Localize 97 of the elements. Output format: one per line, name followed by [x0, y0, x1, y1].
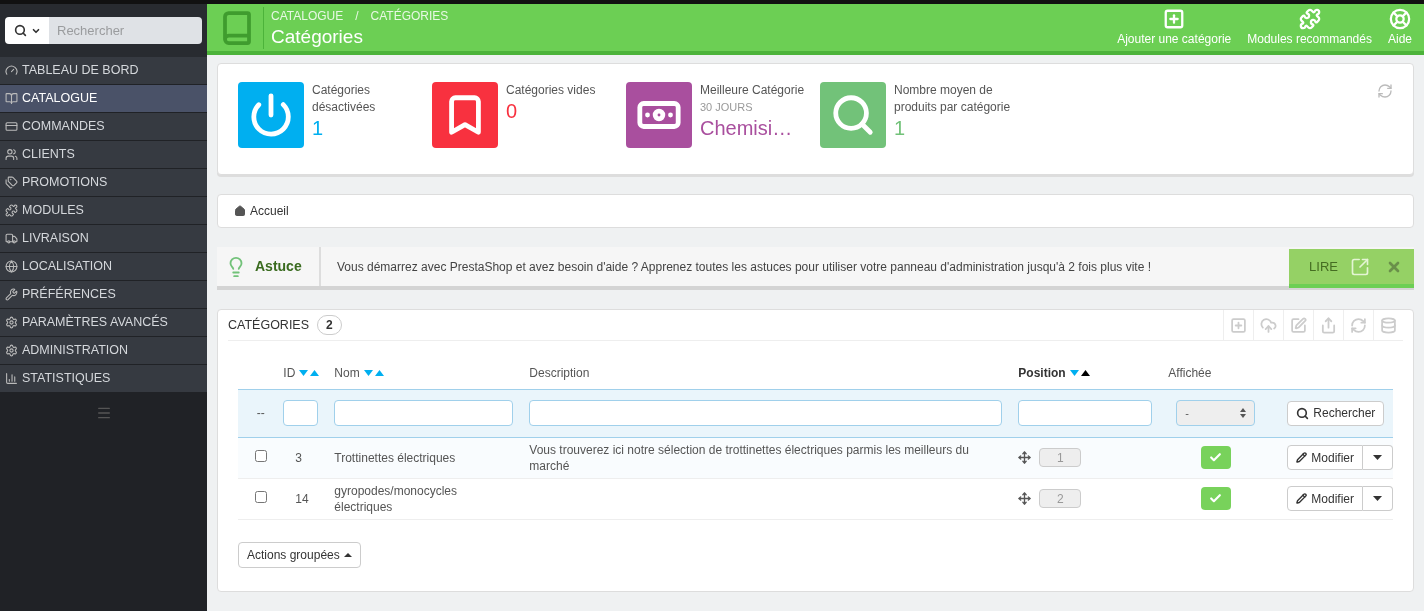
search-icon — [830, 92, 876, 138]
sidebar-item[interactable]: CLIENTS — [0, 141, 207, 169]
sidebar-item[interactable]: PROMOTIONS — [0, 169, 207, 197]
wrench-icon — [5, 288, 18, 301]
sidebar-item[interactable]: MODULES — [0, 197, 207, 225]
tip-label: Astuce — [255, 257, 302, 276]
dropdown-toggle[interactable] — [1363, 486, 1393, 511]
bulk-actions-button[interactable]: Actions groupées — [238, 541, 361, 568]
kpi-value: 0 — [506, 99, 519, 123]
menu-icon[interactable] — [95, 405, 112, 421]
select-field[interactable]: - — [1176, 400, 1256, 426]
sidebar-item[interactable]: PRÉFÉRENCES — [0, 281, 207, 309]
breadcrumb-link[interactable]: Accueil — [250, 202, 289, 220]
status-toggle[interactable] — [1200, 487, 1231, 510]
gauge-icon — [5, 64, 18, 77]
kpi-value: Chemisi… — [700, 115, 794, 140]
pencil-icon — [1296, 493, 1308, 504]
select-arrows-icon — [1240, 408, 1247, 418]
edit-button[interactable]: Modifier — [1287, 445, 1363, 470]
external-link-icon — [1350, 256, 1370, 277]
reset-filter: -- — [256, 406, 265, 420]
refresh-icon[interactable] — [1350, 316, 1367, 334]
kpi-value: 1 — [312, 116, 325, 140]
column-header: Affichée — [1168, 364, 1212, 382]
sort-arrows-icon[interactable] — [1069, 369, 1090, 376]
drag-handle-icon[interactable] — [1018, 492, 1032, 505]
table-cell-text: gyropodes/monocycles électriques — [334, 482, 459, 515]
refresh-icon[interactable] — [1377, 83, 1393, 99]
column-header[interactable]: Nom — [334, 363, 384, 382]
share-icon[interactable] — [1320, 316, 1337, 334]
kpi-label: Nombre moyen de produits par catégorie — [894, 82, 1012, 116]
table-cell: 3 — [295, 450, 302, 465]
truck-icon — [5, 232, 18, 245]
search-menu-button[interactable] — [5, 17, 49, 44]
database-icon[interactable] — [1380, 316, 1397, 334]
edit-icon[interactable] — [1290, 316, 1307, 334]
sidebar-item[interactable]: LOCALISATION — [0, 253, 207, 281]
column-header: Description — [529, 364, 590, 382]
table-cell: 14 — [295, 491, 309, 506]
gear-icon — [5, 344, 18, 357]
credit-card-icon — [5, 120, 18, 133]
position-badge: 1 — [1039, 448, 1082, 467]
kpi-label: Catégories vides — [506, 82, 597, 99]
home-icon — [234, 205, 246, 217]
plus-icon — [1163, 7, 1186, 30]
table-cell-text: Vous trouverez ici notre sélection de trottinettes électriques parmis les meilleurs du marché — [529, 441, 970, 474]
gear-icon — [5, 316, 18, 329]
drag-handle-icon[interactable] — [1018, 451, 1032, 464]
tags-icon — [5, 176, 18, 189]
search-button[interactable]: Rechercher — [1287, 400, 1385, 426]
plus-icon[interactable] — [1230, 316, 1247, 334]
puzzle-icon — [5, 204, 18, 217]
puzzle-icon — [1298, 7, 1321, 30]
caret-icon — [343, 552, 352, 557]
panel-title: CATÉGORIES — [228, 316, 310, 334]
column-header[interactable]: Position — [1018, 363, 1090, 382]
kpi-sublabel: 30 JOURS — [700, 100, 754, 115]
input-field[interactable] — [1018, 400, 1153, 426]
kpi-value: 1 — [894, 116, 907, 140]
pencil-icon — [1296, 452, 1308, 463]
cloud-upload-icon[interactable] — [1260, 316, 1277, 334]
edit-button[interactable]: Modifier — [1287, 486, 1363, 511]
status-toggle[interactable] — [1200, 446, 1231, 469]
breadcrumb-separator: / — [355, 7, 359, 25]
kpi-label: Meilleure Catégorie — [700, 82, 806, 99]
search-icon — [1296, 406, 1310, 420]
lifebuoy-icon — [1389, 7, 1411, 30]
sidebar-item[interactable]: COMMANDES — [0, 113, 207, 141]
position-badge: 2 — [1039, 489, 1082, 508]
sidebar-item[interactable]: LIVRAISON — [0, 225, 207, 253]
table-cell-text: Trottinettes électriques — [334, 449, 457, 466]
kpi-label: Catégories désactivées — [312, 82, 377, 116]
input-field[interactable] — [529, 400, 1003, 426]
caret-icon — [1373, 496, 1382, 501]
check-icon — [1209, 451, 1223, 464]
sidebar-item[interactable]: TABLEAU DE BORD — [0, 57, 207, 85]
input-field[interactable] — [334, 400, 514, 426]
users-icon — [5, 148, 18, 161]
book-icon — [5, 92, 18, 105]
check-icon — [1209, 492, 1223, 505]
power-icon — [248, 92, 294, 138]
caret-icon — [1373, 455, 1382, 460]
row-checkbox[interactable] — [254, 449, 267, 462]
sidebar-item[interactable]: STATISTIQUES — [0, 365, 207, 393]
dropdown-toggle[interactable] — [1363, 445, 1393, 470]
sidebar-item[interactable]: CATALOGUE — [0, 85, 207, 113]
tip-text: Vous démarrez avec PrestaShop et avez besoin d'aide ? Apprenez toutes les astuces pour utiliser votre panneau d'administration jusqu'à 2 fois plus vite ! — [336, 258, 1153, 276]
sidebar-item[interactable]: PARAMÈTRES AVANCÉS — [0, 309, 207, 337]
search-icon — [13, 24, 27, 37]
bar-chart-icon — [5, 372, 18, 385]
row-checkbox[interactable] — [254, 490, 267, 503]
sidebar-item[interactable]: ADMINISTRATION — [0, 337, 207, 365]
input-field[interactable] — [283, 400, 319, 426]
column-header[interactable]: ID — [283, 363, 320, 382]
search-field[interactable]: Rechercher — [49, 17, 202, 44]
page-title: Catégories — [271, 24, 364, 49]
globe-icon — [5, 260, 18, 273]
